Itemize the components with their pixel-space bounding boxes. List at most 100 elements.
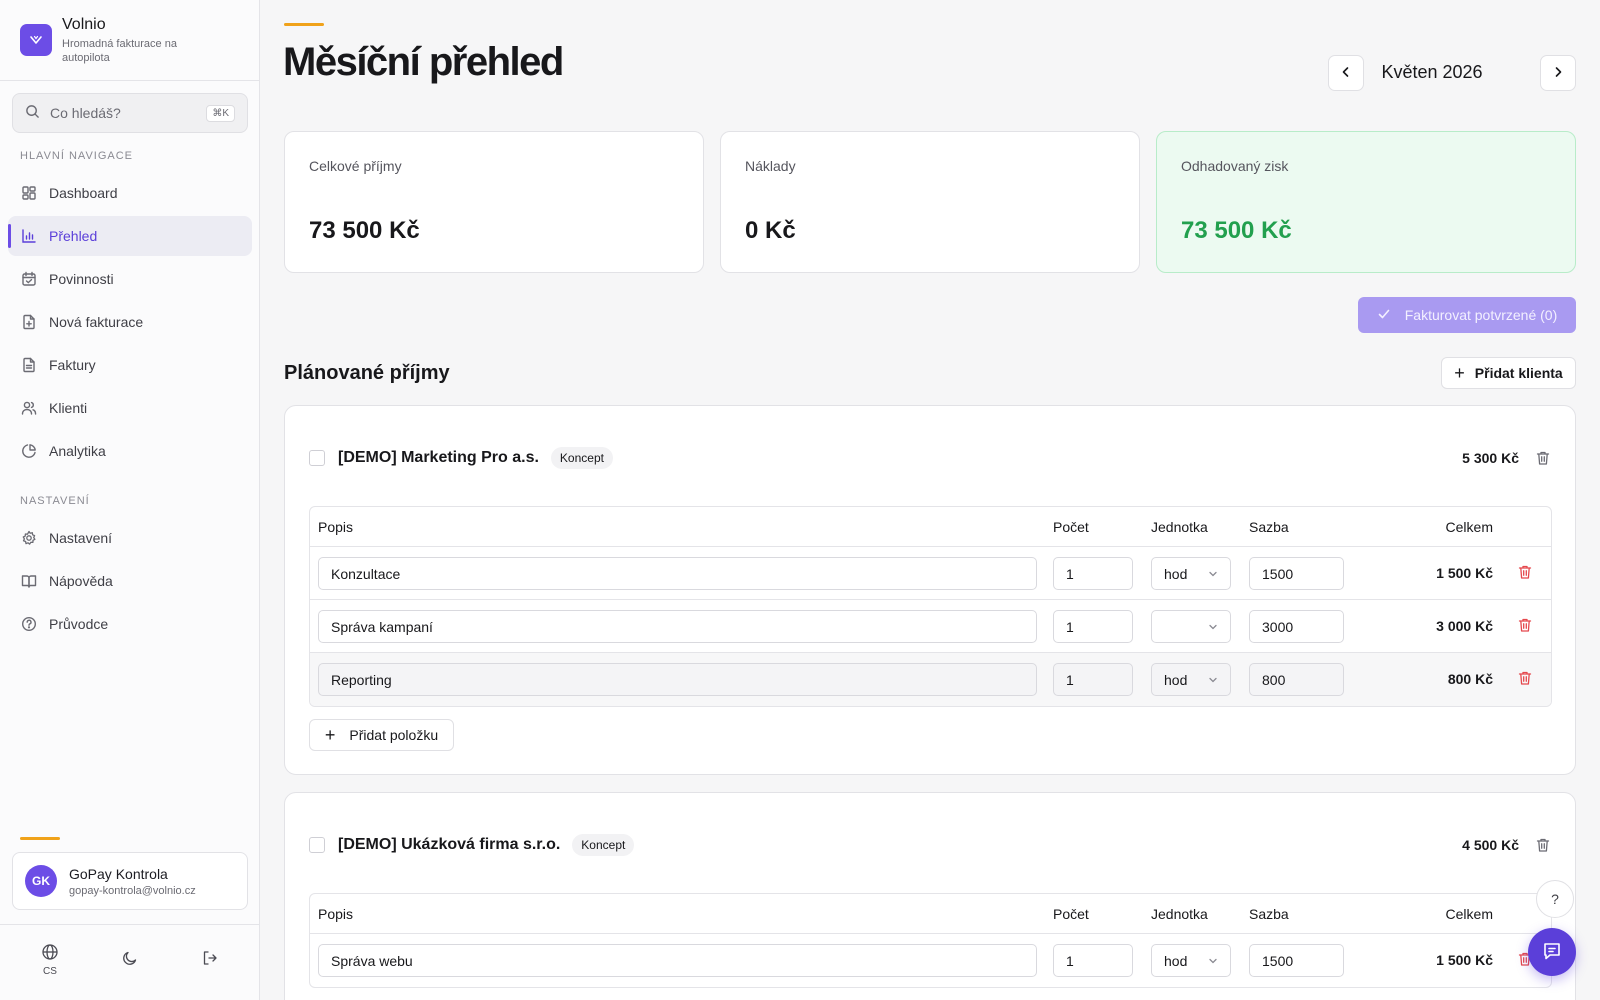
invoice-confirmed-button[interactable]: Fakturovat potvrzené (0): [1358, 297, 1576, 333]
invoice-button-label: Fakturovat potvrzené (0): [1404, 307, 1558, 323]
pie-chart-icon: [20, 442, 38, 460]
sidebar-item-label: Nápověda: [49, 573, 113, 589]
calendar-check-icon: [20, 270, 38, 288]
sidebar-item-klienti[interactable]: Klienti: [8, 388, 252, 428]
chevron-down-icon: [1208, 566, 1218, 582]
sidebar-item-label: Přehled: [49, 228, 98, 244]
desc-input[interactable]: Správa kampaní: [318, 610, 1037, 643]
sidebar-item-label: Nová fakturace: [49, 314, 144, 330]
brand[interactable]: Volnio Hromadná fakturace na autopilota: [0, 0, 259, 81]
table-row: Reporting 1 hod 800 800 Kč: [310, 653, 1551, 706]
table-row: Správa webu 1 hod 1500 1 500 Kč: [310, 934, 1551, 987]
section-title: Plánované příjmy: [284, 362, 450, 384]
rate-input[interactable]: 1500: [1249, 557, 1344, 590]
header-rate: Sazba: [1249, 905, 1289, 922]
brand-logo-icon: [20, 24, 52, 56]
next-month-button[interactable]: [1540, 55, 1576, 91]
sidebar-item-pruvodce[interactable]: Průvodce: [8, 604, 252, 644]
rate-input[interactable]: 800: [1249, 663, 1344, 696]
search-input[interactable]: Co hledáš? ⌘K: [12, 93, 248, 133]
qty-input[interactable]: 1: [1053, 663, 1133, 696]
status-badge: Koncept: [550, 447, 613, 469]
brand-name: Volnio: [62, 15, 106, 33]
row-total: 3 000 Kč: [1436, 618, 1493, 634]
language-label: CS: [43, 966, 57, 977]
client-total: 5 300 Kč: [1462, 450, 1519, 466]
delete-row-icon[interactable]: [1517, 670, 1533, 686]
rate-input[interactable]: 3000: [1249, 610, 1344, 643]
client-checkbox[interactable]: [309, 450, 325, 466]
items-table: Popis Počet Jednotka Sazba Celkem Konzul…: [309, 506, 1552, 707]
sidebar-item-nastaveni[interactable]: Nastavení: [8, 518, 252, 558]
unit-select[interactable]: [1151, 610, 1231, 643]
plus-icon: +: [1454, 362, 1465, 383]
language-button[interactable]: CS: [30, 943, 70, 977]
prev-month-button[interactable]: [1328, 55, 1364, 91]
client-checkbox[interactable]: [309, 837, 325, 853]
logout-button[interactable]: [190, 949, 230, 970]
sidebar-item-label: Průvodce: [49, 616, 109, 632]
file-plus-icon: [20, 313, 38, 331]
page-title: Měsíční přehled: [283, 40, 564, 84]
sidebar-item-napoveda[interactable]: Nápověda: [8, 561, 252, 601]
sidebar-item-faktury[interactable]: Faktury: [8, 345, 252, 385]
stat-label: Celkové příjmy: [309, 158, 402, 174]
chevron-down-icon: [1208, 619, 1218, 635]
desc-input[interactable]: Správa webu: [318, 944, 1037, 977]
sidebar: Volnio Hromadná fakturace na autopilota …: [0, 0, 260, 1000]
search-shortcut: ⌘K: [206, 104, 235, 122]
globe-icon: [41, 943, 59, 964]
add-client-button[interactable]: + Přidat klienta: [1441, 357, 1576, 389]
add-item-button[interactable]: + Přidat položku: [309, 719, 454, 751]
logout-icon: [201, 949, 219, 970]
row-total: 800 Kč: [1447, 671, 1493, 687]
unit-value: hod: [1164, 952, 1188, 969]
delete-client-icon[interactable]: [1535, 450, 1551, 466]
qty-input[interactable]: 1: [1053, 944, 1133, 977]
client-header: [DEMO] Ukázková firma s.r.o. Koncept 4 5…: [309, 831, 1551, 859]
sidebar-item-nova-fakturace[interactable]: Nová fakturace: [8, 302, 252, 342]
user-card[interactable]: GK GoPay Kontrola gopay-kontrola@volnio.…: [12, 852, 248, 910]
unit-select[interactable]: hod: [1151, 557, 1231, 590]
header-desc: Popis: [318, 905, 354, 922]
check-icon: [1377, 307, 1391, 324]
header-total: Celkem: [1445, 905, 1493, 922]
user-accent-line: [20, 837, 60, 840]
unit-select[interactable]: hod: [1151, 944, 1231, 977]
brand-tagline: Hromadná fakturace na autopilota: [62, 37, 177, 64]
chevron-right-icon: [1551, 65, 1565, 82]
stat-card-costs: Náklady 0 Kč: [720, 131, 1140, 273]
stat-card-profit: Odhadovaný zisk 73 500 Kč: [1156, 131, 1576, 273]
chat-button[interactable]: [1528, 928, 1576, 976]
stat-value: 73 500 Kč: [309, 217, 420, 244]
stat-card-income: Celkové příjmy 73 500 Kč: [284, 131, 704, 273]
help-circle-icon: [20, 615, 38, 633]
delete-row-icon[interactable]: [1517, 564, 1533, 580]
status-badge: Koncept: [572, 834, 635, 856]
stat-value: 73 500 Kč: [1181, 217, 1292, 244]
qty-input[interactable]: 1: [1053, 610, 1133, 643]
help-button[interactable]: ?: [1536, 880, 1574, 918]
desc-input[interactable]: Konzultace: [318, 557, 1037, 590]
delete-row-icon[interactable]: [1517, 617, 1533, 633]
row-total: 1 500 Kč: [1436, 565, 1493, 581]
theme-toggle-button[interactable]: [110, 949, 150, 970]
stat-label: Odhadovaný zisk: [1181, 158, 1289, 174]
delete-client-icon[interactable]: [1535, 837, 1551, 853]
sidebar-item-analytika[interactable]: Analytika: [8, 431, 252, 471]
rate-input[interactable]: 1500: [1249, 944, 1344, 977]
title-accent-line: [284, 23, 324, 26]
search-placeholder: Co hledáš?: [50, 105, 121, 121]
sidebar-item-povinnosti[interactable]: Povinnosti: [8, 259, 252, 299]
sidebar-item-label: Dashboard: [49, 185, 118, 201]
header-qty: Počet: [1053, 518, 1089, 535]
client-name: [DEMO] Ukázková firma s.r.o.: [338, 836, 561, 853]
unit-select[interactable]: hod: [1151, 663, 1231, 696]
sidebar-item-dashboard[interactable]: Dashboard: [8, 173, 252, 213]
add-item-label: Přidat položku: [349, 727, 439, 743]
sidebar-item-prehled[interactable]: Přehled: [8, 216, 252, 256]
header-unit: Jednotka: [1151, 518, 1208, 535]
desc-input[interactable]: Reporting: [318, 663, 1037, 696]
sidebar-item-label: Analytika: [49, 443, 106, 459]
qty-input[interactable]: 1: [1053, 557, 1133, 590]
